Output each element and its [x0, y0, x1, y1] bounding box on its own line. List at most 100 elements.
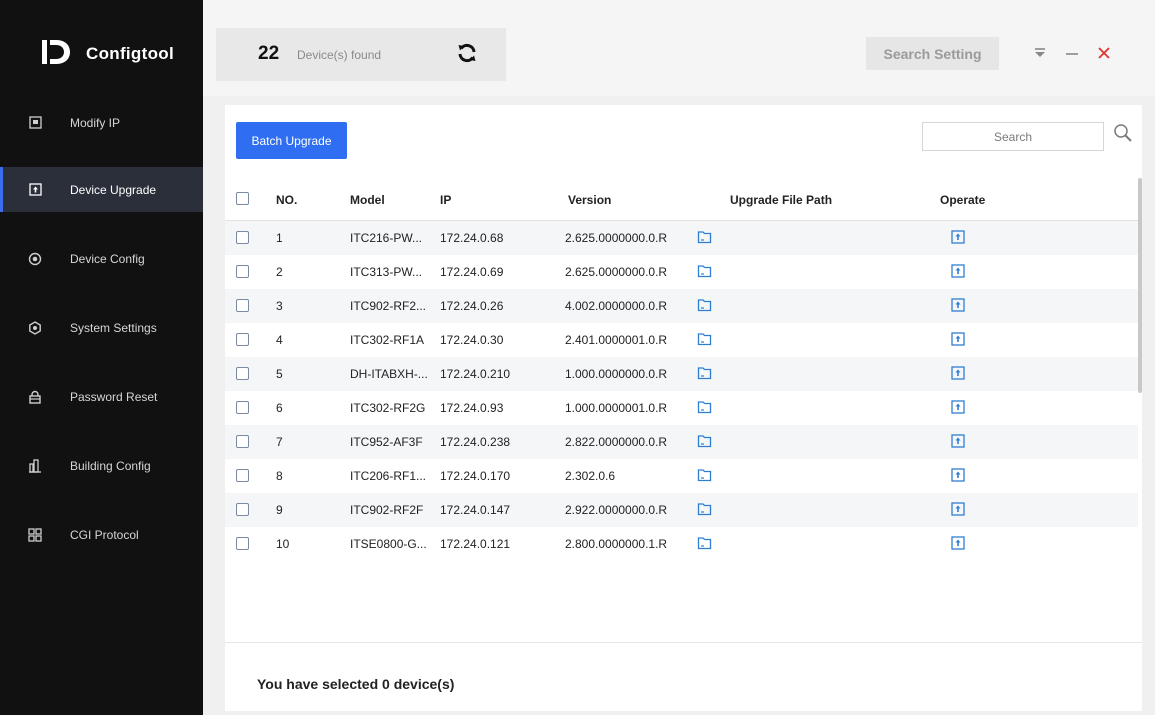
- file-folder-icon[interactable]: [697, 400, 712, 414]
- file-folder-icon[interactable]: [697, 230, 712, 244]
- batch-upgrade-button[interactable]: Batch Upgrade: [236, 122, 347, 159]
- cell-model: ITC302-RF2G: [350, 401, 426, 415]
- header-upgrade-file-path: Upgrade File Path: [730, 193, 833, 207]
- top-bar: 22 Device(s) found Search Setting: [203, 0, 1155, 96]
- cell-ip: 172.24.0.30: [440, 333, 504, 347]
- cell-ip: 172.24.0.68: [440, 231, 504, 245]
- select-all-checkbox[interactable]: [236, 192, 249, 205]
- cell-model: ITC902-RF2F: [350, 503, 424, 517]
- file-folder-icon[interactable]: [697, 536, 712, 550]
- row-checkbox[interactable]: [236, 401, 249, 414]
- sidebar-item-label: Device Config: [70, 251, 145, 266]
- row-checkbox[interactable]: [236, 435, 249, 448]
- sidebar-item-label: Password Reset: [70, 389, 158, 404]
- cell-model: ITC902-RF2...: [350, 299, 427, 313]
- table-row[interactable]: 9 ITC902-RF2F 172.24.0.147 2.922.0000000.0.…: [225, 493, 1138, 527]
- cell-model: ITSE0800-G...: [350, 537, 427, 551]
- cell-ip: 172.24.0.69: [440, 265, 504, 279]
- upload-icon[interactable]: [951, 400, 965, 414]
- file-folder-icon[interactable]: [697, 332, 712, 346]
- cell-version: 2.625.0000000.0.R: [565, 265, 668, 279]
- cell-ip: 172.24.0.238: [440, 435, 511, 449]
- table-row[interactable]: 1 ITC216-PW... 172.24.0.68 2.625.0000000.0.…: [225, 221, 1138, 255]
- table-header: NO. Model IP Version Upgrade File Path O…: [225, 178, 1138, 221]
- header-operate: Operate: [940, 193, 986, 207]
- cell-model: ITC313-PW...: [350, 265, 423, 279]
- upload-icon[interactable]: [951, 332, 965, 346]
- sidebar-item-label: Device Upgrade: [70, 182, 157, 197]
- file-folder-icon[interactable]: [697, 366, 712, 380]
- minimize-icon[interactable]: [1061, 42, 1083, 64]
- cell-model: ITC952-AF3F: [350, 435, 423, 449]
- file-folder-icon[interactable]: [697, 298, 712, 312]
- search-icon[interactable]: [1113, 123, 1133, 145]
- table-row[interactable]: 2 ITC313-PW... 172.24.0.69 2.625.0000000.0.…: [225, 255, 1138, 289]
- table-row[interactable]: 5 DH-ITABXH-... 172.24.0.210 1.000.0000000.…: [225, 357, 1138, 391]
- dropdown-menu-icon[interactable]: [1029, 42, 1051, 64]
- row-checkbox[interactable]: [236, 469, 249, 482]
- row-checkbox[interactable]: [236, 503, 249, 516]
- cell-no: 10: [276, 537, 290, 551]
- cell-version: 1.000.0000000.0.R: [565, 367, 668, 381]
- table-row[interactable]: 4 ITC302-RF1A 172.24.0.30 2.401.0000001.0.R: [225, 323, 1138, 357]
- refresh-icon[interactable]: [455, 41, 479, 65]
- table-row[interactable]: 6 ITC302-RF2G 172.24.0.93 1.000.0000001.0.R: [225, 391, 1138, 425]
- row-checkbox[interactable]: [236, 265, 249, 278]
- table-row[interactable]: 3 ITC902-RF2... 172.24.0.26 4.002.0000000.0…: [225, 289, 1138, 323]
- sidebar-item-password-reset[interactable]: Password Reset: [0, 374, 203, 419]
- file-folder-icon[interactable]: [697, 434, 712, 448]
- row-checkbox[interactable]: [236, 333, 249, 346]
- row-checkbox[interactable]: [236, 537, 249, 550]
- cell-model: ITC302-RF1A: [350, 333, 425, 347]
- grid-icon: [28, 527, 42, 542]
- row-checkbox[interactable]: [236, 299, 249, 312]
- upload-icon[interactable]: [951, 502, 965, 516]
- header-ip: IP: [440, 193, 452, 207]
- scrollbar-thumb[interactable]: [1138, 178, 1142, 393]
- upload-icon[interactable]: [951, 366, 965, 380]
- upload-icon[interactable]: [951, 468, 965, 482]
- table-row[interactable]: 8 ITC206-RF1... 172.24.0.170 2.302.0.6: [225, 459, 1138, 493]
- ip-icon: [28, 116, 42, 130]
- sidebar-item-device-config[interactable]: Device Config: [0, 236, 203, 281]
- sidebar-item-cgi-protocol[interactable]: CGI Protocol: [0, 512, 203, 557]
- brand: Configtool: [0, 0, 203, 95]
- target-icon: [28, 252, 42, 266]
- search-setting-button[interactable]: Search Setting: [866, 37, 999, 70]
- upload-icon[interactable]: [951, 298, 965, 312]
- table-row[interactable]: 7 ITC952-AF3F 172.24.0.238 2.822.0000000.0.…: [225, 425, 1138, 459]
- sidebar-item-device-upgrade[interactable]: Device Upgrade: [0, 167, 203, 212]
- search-input[interactable]: [922, 122, 1104, 151]
- header-model: Model: [350, 193, 385, 207]
- sidebar-item-system-settings[interactable]: System Settings: [0, 305, 203, 350]
- cell-ip: 172.24.0.121: [440, 537, 511, 551]
- cell-ip: 172.24.0.147: [440, 503, 511, 517]
- row-checkbox[interactable]: [236, 231, 249, 244]
- upload-icon[interactable]: [951, 264, 965, 278]
- sidebar-item-label: CGI Protocol: [70, 527, 139, 542]
- sidebar-item-modify-ip[interactable]: Modify IP: [0, 100, 203, 145]
- sidebar-item-building-config[interactable]: Building Config: [0, 443, 203, 488]
- cell-version: 4.002.0000000.0.R: [565, 299, 668, 313]
- upload-icon[interactable]: [951, 434, 965, 448]
- sidebar-item-label: Building Config: [70, 458, 151, 473]
- row-checkbox[interactable]: [236, 367, 249, 380]
- sidebar-item-label: Modify IP: [70, 115, 121, 130]
- cell-no: 3: [276, 299, 283, 313]
- cell-no: 4: [276, 333, 283, 347]
- cell-no: 7: [276, 435, 283, 449]
- table-row[interactable]: 10 ITSE0800-G... 172.24.0.121 2.800.0000000…: [225, 527, 1138, 561]
- close-icon[interactable]: [1093, 42, 1115, 64]
- file-folder-icon[interactable]: [697, 502, 712, 516]
- cell-no: 6: [276, 401, 283, 415]
- sidebar: Configtool Modify IP Device Upgrade Devi…: [0, 0, 203, 715]
- cell-no: 2: [276, 265, 283, 279]
- cell-version: 1.000.0000001.0.R: [565, 401, 668, 415]
- file-folder-icon[interactable]: [697, 264, 712, 278]
- upload-icon[interactable]: [951, 230, 965, 244]
- upload-icon[interactable]: [951, 536, 965, 550]
- cell-no: 5: [276, 367, 283, 381]
- cell-no: 8: [276, 469, 283, 483]
- file-folder-icon[interactable]: [697, 468, 712, 482]
- app-name: Configtool: [86, 44, 174, 63]
